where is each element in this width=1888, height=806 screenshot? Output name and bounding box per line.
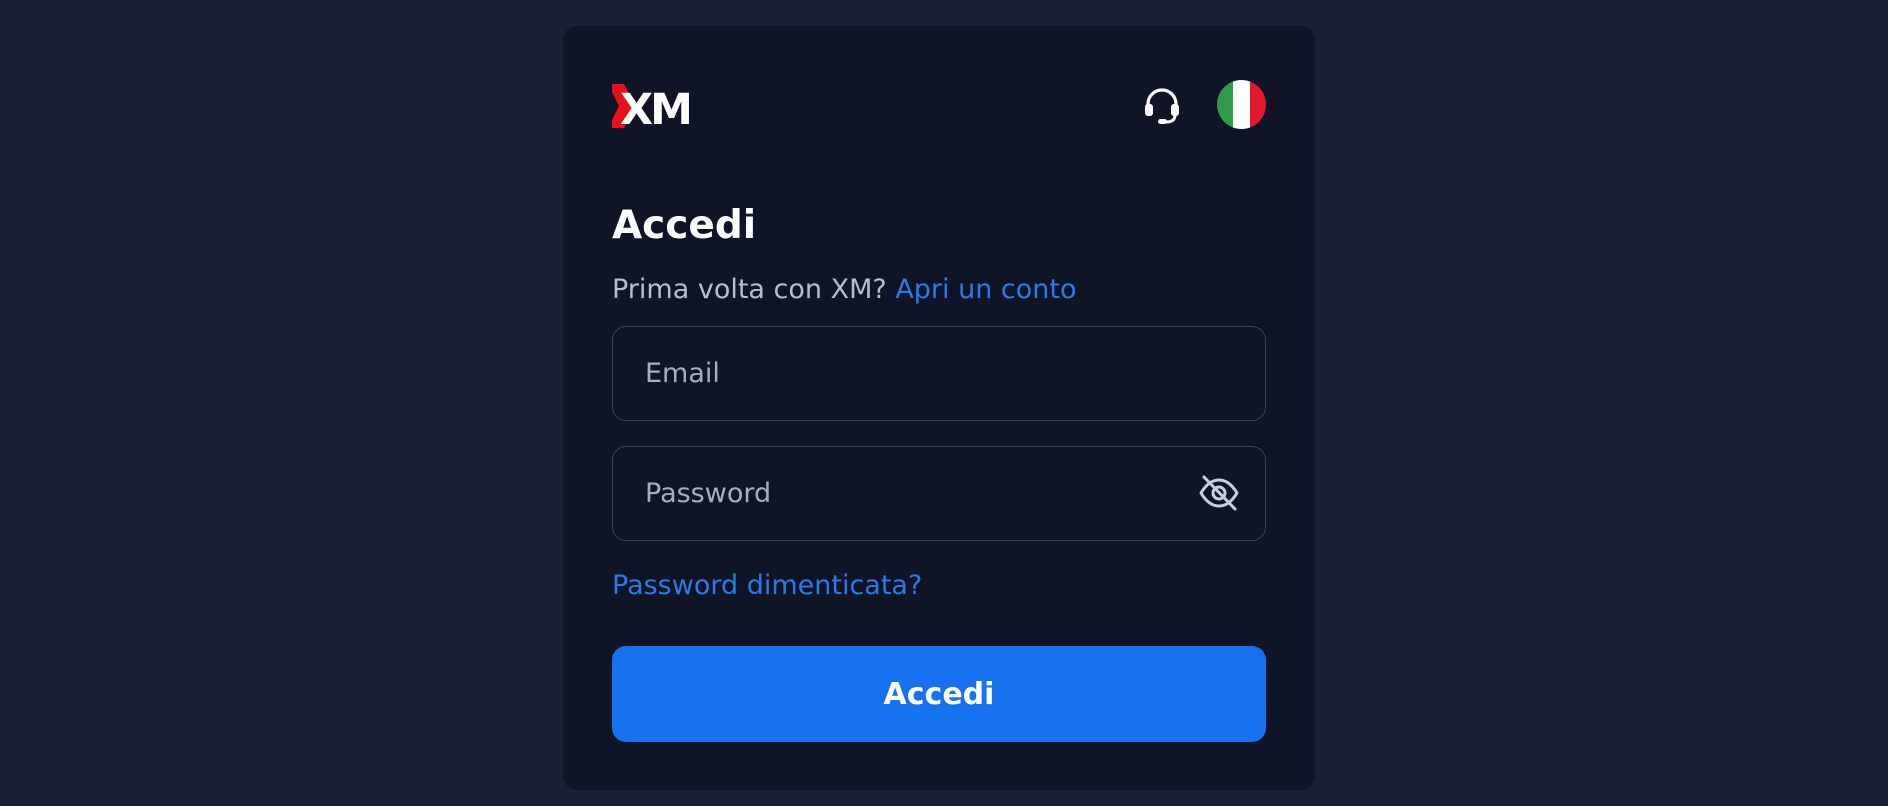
login-submit-button[interactable]: Accedi (612, 646, 1266, 742)
logo-text: XM (620, 85, 690, 128)
login-card: XM Accedi Prima volta con XM? Apri un co… (563, 26, 1315, 790)
email-field[interactable] (612, 326, 1266, 421)
page-title: Accedi (612, 203, 757, 248)
open-account-link[interactable]: Apri un conto (895, 274, 1076, 305)
flag-green-stripe (1217, 80, 1234, 129)
flag-white-stripe (1233, 80, 1250, 129)
signup-prompt: Prima volta con XM? Apri un conto (612, 270, 1077, 310)
card-header: XM (612, 80, 1266, 134)
italy-flag-icon[interactable] (1217, 80, 1266, 129)
password-field[interactable] (612, 446, 1266, 541)
forgot-password-link[interactable]: Password dimenticata? (612, 566, 922, 606)
signup-prompt-text: Prima volta con XM? (612, 274, 887, 305)
headset-icon[interactable] (1140, 84, 1184, 128)
xm-logo: XM (612, 84, 693, 128)
flag-red-stripe (1249, 80, 1266, 129)
password-input[interactable] (645, 447, 1205, 539)
eye-off-icon[interactable] (1197, 471, 1241, 515)
email-input[interactable] (645, 327, 1205, 419)
